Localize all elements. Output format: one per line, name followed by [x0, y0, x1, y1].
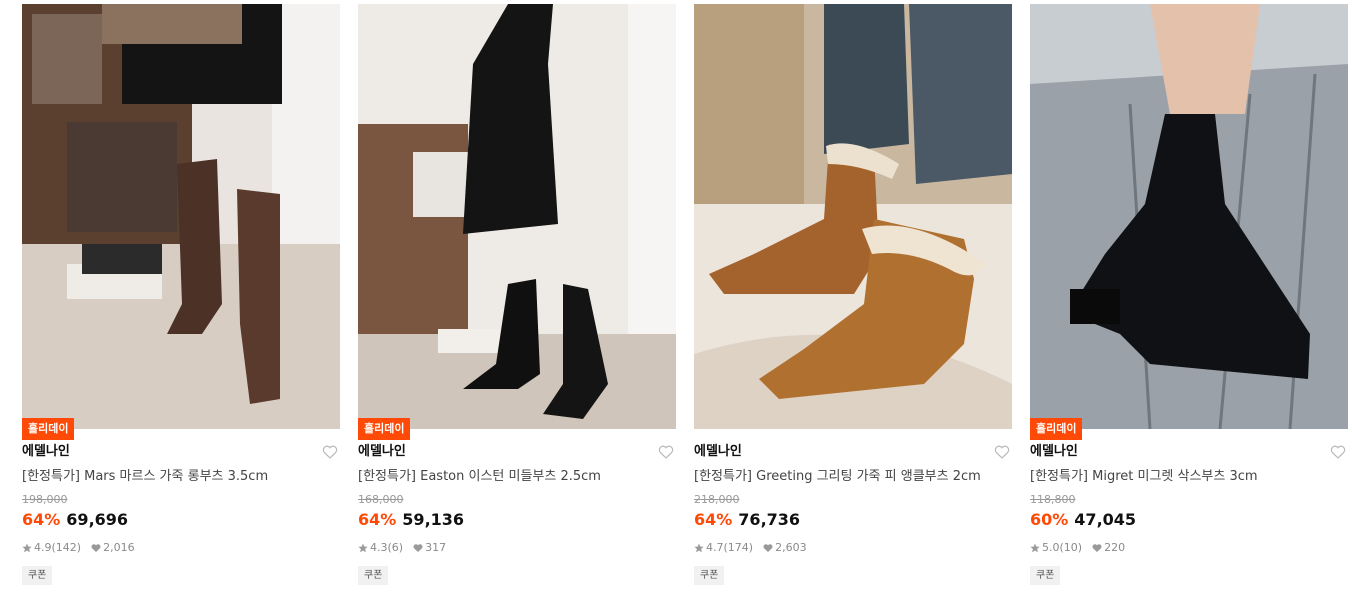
product-meta: 4.7 (174) 2,603	[694, 541, 807, 555]
product-image[interactable]	[1030, 4, 1348, 429]
original-price: 168,000	[358, 493, 404, 506]
product-card[interactable]: 홀리데이 에델나인 [한정특가] Migret 미그렛 삭스부츠 3cm 118…	[1030, 0, 1348, 593]
review-count: (174)	[723, 541, 754, 554]
product-meta: 5.0 (10) 220	[1030, 541, 1125, 555]
likes: 317	[413, 541, 446, 555]
price-row: 64% 76,736	[694, 509, 800, 531]
sale-price: 59,136	[402, 510, 465, 529]
product-grid: 홀리데이 에델나인 [한정특가] Mars 마르스 가죽 롱부츠 3.5cm 1…	[0, 0, 1352, 593]
star-icon	[22, 543, 32, 553]
sale-price: 47,045	[1074, 510, 1137, 529]
product-image[interactable]	[358, 4, 676, 429]
original-price: 118,800	[1030, 493, 1076, 506]
brand-name[interactable]: 에델나인	[694, 443, 742, 461]
coupon-tag: 쿠폰	[694, 566, 725, 585]
coupon-tag: 쿠폰	[22, 566, 53, 585]
holiday-badge: 홀리데이	[358, 418, 411, 440]
price-row: 64% 69,696	[22, 509, 128, 531]
heart-icon[interactable]	[994, 444, 1010, 460]
product-name[interactable]: [한정특가] Migret 미그렛 삭스부츠 3cm	[1030, 468, 1320, 486]
brand-name[interactable]: 에델나인	[358, 443, 406, 461]
holiday-badge: 홀리데이	[1030, 418, 1083, 440]
coupon-tag: 쿠폰	[358, 566, 389, 585]
brand-name[interactable]: 에델나인	[22, 443, 70, 461]
product-card[interactable]: 에델나인 [한정특가] Greeting 그리팅 가죽 피 앵클부츠 2cm 2…	[694, 0, 1012, 593]
heart-filled-icon	[413, 544, 423, 552]
product-image[interactable]	[22, 4, 340, 429]
heart-filled-icon	[763, 544, 773, 552]
review-count: (6)	[387, 541, 404, 554]
original-price: 198,000	[22, 493, 68, 506]
star-icon	[694, 543, 704, 553]
heart-filled-icon	[1092, 544, 1102, 552]
like-count: 220	[1104, 541, 1126, 554]
price-row: 64% 59,136	[358, 509, 464, 531]
review-count: (142)	[51, 541, 82, 554]
rating-value: 5.0	[1042, 541, 1060, 554]
like-count: 2,016	[103, 541, 135, 554]
heart-icon[interactable]	[658, 444, 674, 460]
heart-filled-icon	[91, 544, 101, 552]
heart-icon[interactable]	[1330, 444, 1346, 460]
star-icon	[1030, 543, 1040, 553]
rating-value: 4.7	[706, 541, 724, 554]
likes: 2,603	[763, 541, 807, 555]
product-name[interactable]: [한정특가] Mars 마르스 가죽 롱부츠 3.5cm	[22, 468, 312, 486]
product-meta: 4.3 (6) 317	[358, 541, 446, 555]
rating-value: 4.9	[34, 541, 52, 554]
product-meta: 4.9 (142) 2,016	[22, 541, 135, 555]
rating-value: 4.3	[370, 541, 388, 554]
discount-rate: 64%	[694, 510, 733, 529]
price-row: 60% 47,045	[1030, 509, 1136, 531]
original-price: 218,000	[694, 493, 740, 506]
product-card[interactable]: 홀리데이 에델나인 [한정특가] Easton 이스턴 미들부츠 2.5cm 1…	[358, 0, 676, 593]
likes: 2,016	[91, 541, 135, 555]
sale-price: 76,736	[738, 510, 801, 529]
review-count: (10)	[1059, 541, 1083, 554]
like-count: 2,603	[775, 541, 807, 554]
product-name[interactable]: [한정특가] Easton 이스턴 미들부츠 2.5cm	[358, 468, 648, 486]
likes: 220	[1092, 541, 1125, 555]
sale-price: 69,696	[66, 510, 129, 529]
holiday-badge: 홀리데이	[22, 418, 75, 440]
discount-rate: 64%	[358, 510, 397, 529]
product-image[interactable]	[694, 4, 1012, 429]
product-name[interactable]: [한정특가] Greeting 그리팅 가죽 피 앵클부츠 2cm	[694, 468, 984, 486]
heart-icon[interactable]	[322, 444, 338, 460]
discount-rate: 60%	[1030, 510, 1069, 529]
product-card[interactable]: 홀리데이 에델나인 [한정특가] Mars 마르스 가죽 롱부츠 3.5cm 1…	[22, 0, 340, 593]
coupon-tag: 쿠폰	[1030, 566, 1061, 585]
discount-rate: 64%	[22, 510, 61, 529]
like-count: 317	[425, 541, 447, 554]
brand-name[interactable]: 에델나인	[1030, 443, 1078, 461]
star-icon	[358, 543, 368, 553]
